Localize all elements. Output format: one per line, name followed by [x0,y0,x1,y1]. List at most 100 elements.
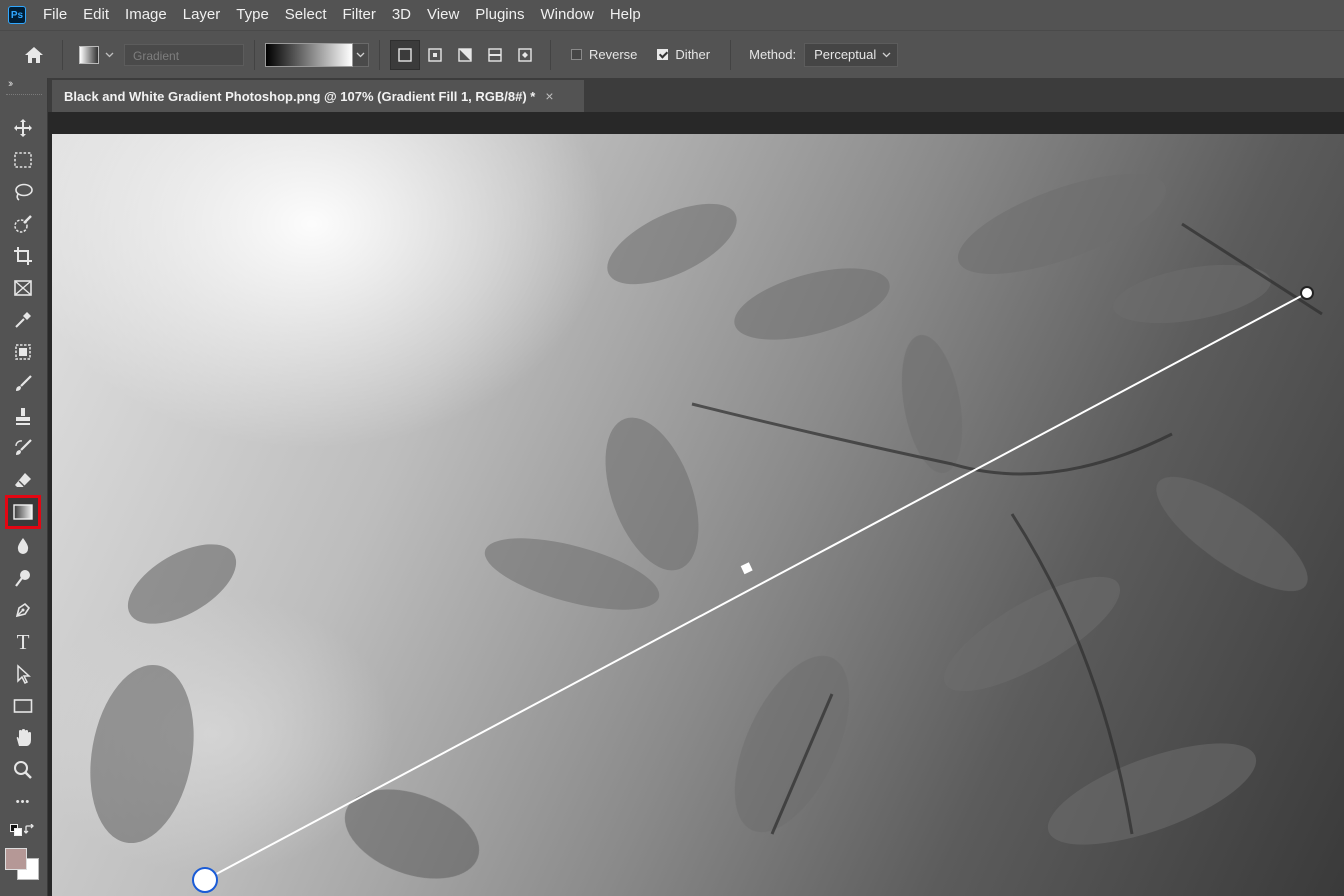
quick-selection-tool[interactable] [8,210,38,238]
reverse-checkbox[interactable]: Reverse [571,47,637,62]
dither-checkbox-box[interactable] [657,49,669,60]
menu-bar: Ps File Edit Image Layer Type Select Fil… [0,0,1344,30]
gradient-picker-dropdown[interactable] [353,42,369,67]
menu-image[interactable]: Image [117,0,175,30]
arrow-cursor-icon [17,664,31,684]
crop-tool[interactable] [8,242,38,270]
chevron-down-icon [356,52,365,57]
document-tab[interactable]: Black and White Gradient Photoshop.png @… [52,80,584,112]
menu-3d[interactable]: 3D [384,0,419,30]
diamond-gradient-icon [518,47,532,62]
eyedropper-tool[interactable] [8,306,38,334]
menu-filter[interactable]: Filter [335,0,384,30]
document-canvas[interactable] [52,134,1344,896]
close-icon[interactable]: × [545,88,553,104]
photoshop-logo: Ps [8,6,26,24]
menu-file[interactable]: File [35,0,75,30]
gradient-editor-swatch[interactable] [265,42,353,67]
gradient-midpoint-marker [740,562,753,575]
object-selection-icon [15,344,31,360]
dither-checkbox[interactable]: Dither [657,47,710,62]
history-brush-tool[interactable] [8,434,38,462]
document-tab-bar: Black and White Gradient Photoshop.png @… [48,78,1344,112]
rectangle-tool[interactable] [8,692,38,720]
hand-icon [16,729,31,746]
dither-label: Dither [675,47,711,62]
path-selection-tool[interactable] [8,660,38,688]
eraser-icon [15,473,31,488]
reflected-gradient-button[interactable] [480,40,510,70]
pen-icon [15,602,31,618]
gradient-preset-field[interactable]: Gradient [124,43,244,66]
method-dropdown[interactable]: Perceptual [804,42,899,67]
menu-view[interactable]: View [419,0,467,30]
frame-icon [14,280,32,296]
drop-icon [17,538,29,554]
history-brush-icon [15,439,32,455]
linear-gradient-button[interactable] [390,39,420,70]
menu-type[interactable]: Type [228,0,277,30]
diamond-gradient-button[interactable] [510,40,540,70]
frame-tool[interactable] [8,274,38,302]
hand-tool[interactable] [8,724,38,752]
tools-panel: ›› T ••• [0,78,48,896]
method-value: Perceptual [814,47,877,62]
lasso-tool[interactable] [8,178,38,206]
options-separator [62,39,63,70]
clone-stamp-tool[interactable] [8,402,38,430]
edit-toolbar-button[interactable]: ••• [8,788,38,816]
options-separator [379,39,380,70]
rectangular-marquee-tool[interactable] [8,146,38,174]
home-icon [25,46,43,63]
blur-tool[interactable] [8,532,38,560]
reverse-checkbox-box[interactable] [571,49,582,60]
menu-select[interactable]: Select [277,0,335,30]
move-icon [14,119,32,137]
tool-preset-picker[interactable] [79,45,114,64]
radial-gradient-button[interactable] [420,40,450,70]
reverse-label: Reverse [589,47,638,62]
panel-grip[interactable] [6,94,42,98]
type-tool[interactable]: T [8,628,38,656]
gradient-end-handle[interactable] [1300,286,1314,300]
canvas-workspace [48,112,1344,896]
pen-tool[interactable] [8,596,38,624]
document-tab-title: Black and White Gradient Photoshop.png @… [64,88,536,104]
menu-help[interactable]: Help [602,0,649,30]
magnifier-icon [14,761,32,779]
menu-layer[interactable]: Layer [175,0,229,30]
dodge-icon [15,570,30,587]
rectangle-icon [13,699,33,713]
menu-plugins[interactable]: Plugins [467,0,532,30]
eraser-tool[interactable] [8,466,38,494]
menu-edit[interactable]: Edit [75,0,117,30]
options-separator [254,39,255,70]
brush-icon [16,375,32,391]
quick-selection-icon [14,215,32,233]
zoom-tool[interactable] [8,756,38,784]
color-controls [8,820,38,840]
brush-tool[interactable] [8,370,38,398]
stamp-icon [16,408,30,425]
reflected-gradient-icon [488,47,502,62]
leaves-photo-image [90,174,1323,893]
home-button[interactable] [16,37,52,73]
default-colors-icon[interactable] [10,824,22,836]
options-separator [730,39,732,70]
foreground-color-swatch[interactable] [5,848,27,870]
tool-preset-gradient-icon [79,45,99,64]
angle-gradient-button[interactable] [450,40,480,70]
gradient-tool[interactable] [5,495,41,529]
menu-window[interactable]: Window [532,0,601,30]
linear-gradient-icon [398,47,412,62]
radial-gradient-icon [428,47,442,62]
chevron-down-icon [882,52,891,57]
angle-gradient-icon [458,47,472,62]
move-tool[interactable] [8,114,38,142]
dodge-tool[interactable] [8,564,38,592]
object-selection-tool[interactable] [8,338,38,366]
crop-icon [14,247,32,265]
collapse-panel-button[interactable]: ›› [8,78,14,90]
gradient-start-handle[interactable] [192,867,218,893]
swap-colors-icon[interactable] [24,824,36,836]
